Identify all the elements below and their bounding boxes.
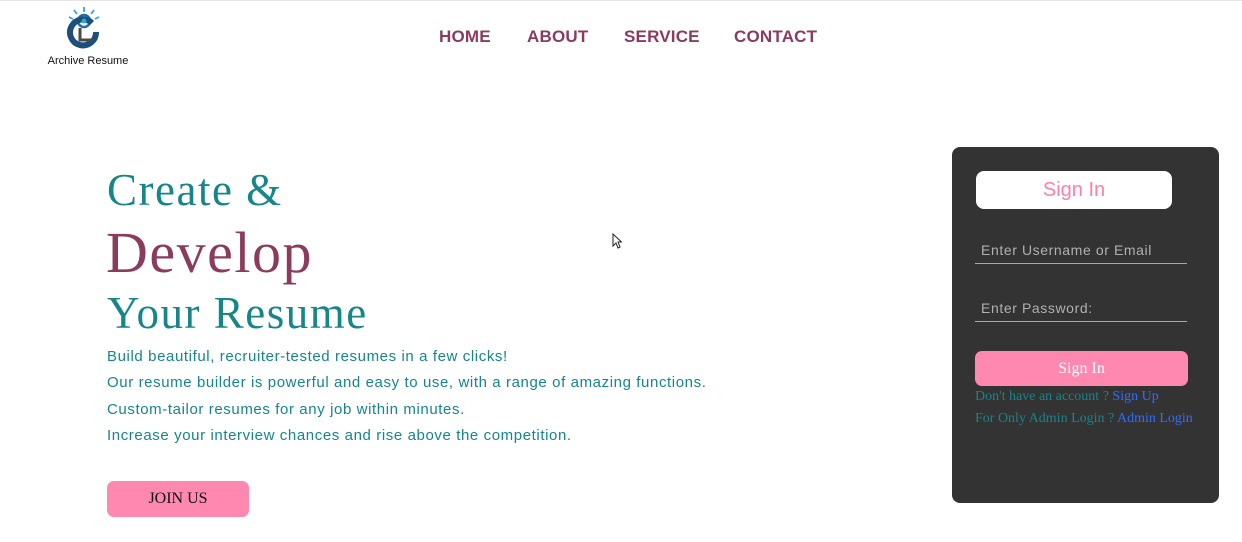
sign-up-link[interactable]: Sign Up <box>1112 389 1158 404</box>
hero-description-1: Build beautiful, recruiter-tested resume… <box>107 348 508 365</box>
sign-in-title: Sign In <box>976 171 1172 209</box>
no-account-text: Don't have an account ? <box>975 389 1109 404</box>
nav-service[interactable]: SERVICE <box>624 27 700 47</box>
mouse-pointer-icon <box>612 233 622 249</box>
nav-about[interactable]: ABOUT <box>527 27 588 47</box>
nav-contact[interactable]: CONTACT <box>734 27 817 47</box>
lightbulb-c-logo-icon <box>67 7 100 49</box>
hero-description-2: Our resume builder is powerful and easy … <box>107 374 707 391</box>
admin-login-text: For Only Admin Login ? <box>975 411 1115 426</box>
nav-home[interactable]: HOME <box>439 27 491 47</box>
sign-in-panel: Sign In Sign In Don't have an account ? … <box>952 147 1219 503</box>
top-border <box>0 0 1242 1</box>
hero-description-3: Custom-tailor resumes for any job within… <box>107 401 465 418</box>
brand-name: Archive Resume <box>47 55 129 67</box>
hero-description-4: Increase your interview chances and rise… <box>107 427 572 444</box>
hero-heading-line-3: Your Resume <box>107 288 368 338</box>
admin-login-prompt: For Only Admin Login ? Admin Login <box>975 411 1193 427</box>
hero-heading-line-1: Create & <box>107 165 283 215</box>
admin-login-link[interactable]: Admin Login <box>1117 411 1193 426</box>
username-email-input[interactable] <box>975 236 1187 264</box>
sign-in-button[interactable]: Sign In <box>975 351 1188 386</box>
signup-prompt: Don't have an account ? Sign Up <box>975 389 1159 405</box>
brand-logo[interactable]: Archive Resume <box>44 4 134 67</box>
join-us-button[interactable]: JOIN US <box>107 481 249 517</box>
hero-heading-line-2: Develop <box>106 220 313 285</box>
password-input[interactable] <box>975 294 1187 322</box>
